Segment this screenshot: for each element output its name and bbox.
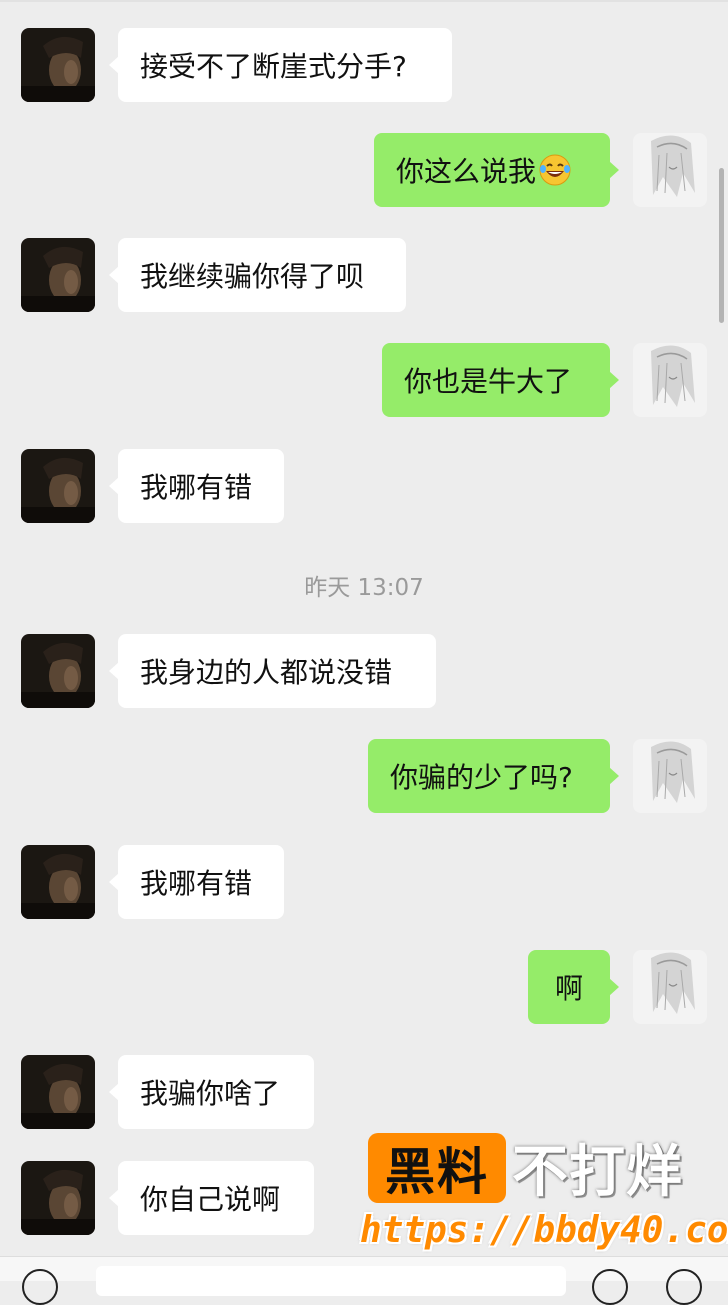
- message-bubble-received[interactable]: 我身边的人都说没错: [109, 634, 436, 708]
- my-avatar[interactable]: [633, 343, 707, 417]
- contact-avatar[interactable]: [21, 28, 95, 102]
- man-avatar-icon: [21, 634, 95, 708]
- girl-avatar-icon: [633, 133, 707, 207]
- message-bubble-sent[interactable]: 你也是牛大了: [382, 343, 619, 417]
- message-bubble-received[interactable]: 接受不了断崖式分手?: [109, 28, 452, 102]
- message-text: 我身边的人都说没错: [140, 656, 393, 689]
- contact-avatar[interactable]: [21, 634, 95, 708]
- message-input[interactable]: [96, 1266, 566, 1296]
- message-text: 我骗你啥了: [140, 1077, 281, 1110]
- message-text: 你这么说我: [396, 155, 537, 188]
- watermark-logo-box: 黑料: [368, 1133, 506, 1203]
- emoji-icon[interactable]: [592, 1269, 628, 1305]
- girl-avatar-icon: [633, 739, 707, 813]
- message-text: 啊: [554, 972, 583, 1005]
- message-bubble-received[interactable]: 你自己说啊: [109, 1161, 314, 1235]
- laughing-with-tears-emoji-icon: [538, 153, 572, 187]
- message-bubble-received[interactable]: 我继续骗你得了呗: [109, 238, 406, 312]
- plus-icon[interactable]: [666, 1269, 702, 1305]
- my-avatar[interactable]: [633, 950, 707, 1024]
- message-text: 你也是牛大了: [404, 365, 573, 398]
- man-avatar-icon: [21, 238, 95, 312]
- message-text: 接受不了断崖式分手?: [140, 50, 407, 83]
- man-avatar-icon: [21, 1161, 95, 1235]
- contact-avatar[interactable]: [21, 845, 95, 919]
- man-avatar-icon: [21, 1055, 95, 1129]
- chat-scrollbar[interactable]: [719, 168, 724, 323]
- man-avatar-icon: [21, 28, 95, 102]
- man-avatar-icon: [21, 449, 95, 523]
- message-bubble-received[interactable]: 我骗你啥了: [109, 1055, 314, 1129]
- message-text: 我哪有错: [140, 471, 253, 504]
- message-text: 我哪有错: [140, 867, 253, 900]
- my-avatar[interactable]: [633, 133, 707, 207]
- message-bubble-sent[interactable]: 你这么说我: [374, 133, 619, 207]
- message-bubble-received[interactable]: 我哪有错: [109, 845, 284, 919]
- man-avatar-icon: [21, 845, 95, 919]
- watermark-url: https://bbdy40.com: [360, 1209, 728, 1251]
- my-avatar[interactable]: [633, 739, 707, 813]
- watermark-box-text: 黑料: [385, 1143, 489, 1201]
- contact-avatar[interactable]: [21, 1055, 95, 1129]
- message-text: 你骗的少了吗?: [390, 761, 573, 794]
- message-bubble-sent[interactable]: 你骗的少了吗?: [368, 739, 619, 813]
- watermark-text: 不打烊: [512, 1139, 683, 1205]
- message-text: 我继续骗你得了呗: [140, 260, 365, 293]
- message-bubble-sent[interactable]: 啊: [528, 950, 619, 1024]
- top-divider: [0, 0, 728, 2]
- message-bubble-received[interactable]: 我哪有错: [109, 449, 284, 523]
- message-text: 你自己说啊: [140, 1183, 281, 1216]
- girl-avatar-icon: [633, 343, 707, 417]
- chat-timestamp: 昨天 13:07: [304, 575, 424, 601]
- contact-avatar[interactable]: [21, 1161, 95, 1235]
- voice-icon[interactable]: [22, 1269, 58, 1305]
- girl-avatar-icon: [633, 950, 707, 1024]
- contact-avatar[interactable]: [21, 238, 95, 312]
- contact-avatar[interactable]: [21, 449, 95, 523]
